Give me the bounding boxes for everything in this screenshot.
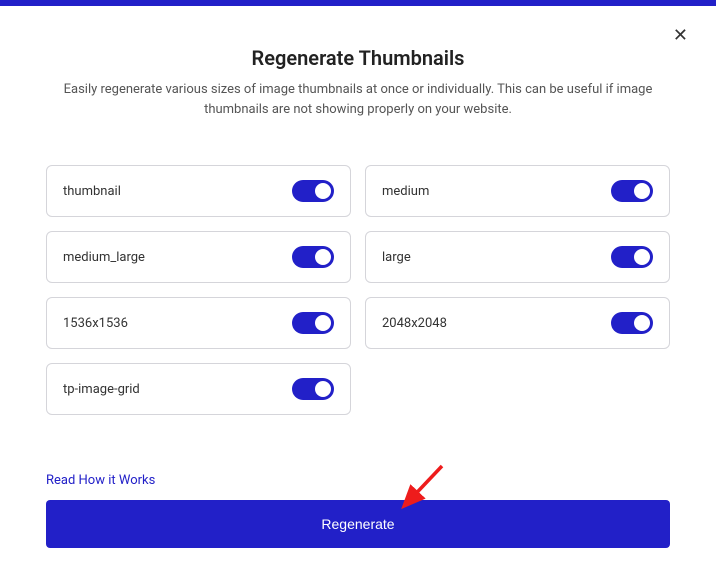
toggle-tp-image-grid[interactable] xyxy=(292,378,334,400)
option-label: 1536x1536 xyxy=(63,316,128,331)
option-medium: medium xyxy=(365,165,670,217)
page-title: Regenerate Thumbnails xyxy=(46,46,670,70)
page-subtitle: Easily regenerate various sizes of image… xyxy=(46,80,670,119)
close-icon: ✕ xyxy=(673,25,688,45)
option-label: 2048x2048 xyxy=(382,316,447,331)
option-medium-large: medium_large xyxy=(46,231,351,283)
option-label: tp-image-grid xyxy=(63,382,140,397)
option-1536x1536: 1536x1536 xyxy=(46,297,351,349)
toggle-knob xyxy=(315,183,331,199)
read-how-it-works-link[interactable]: Read How it Works xyxy=(46,473,155,488)
option-thumbnail: thumbnail xyxy=(46,165,351,217)
option-label: medium_large xyxy=(63,250,145,265)
option-large: large xyxy=(365,231,670,283)
toggle-medium[interactable] xyxy=(611,180,653,202)
toggle-knob xyxy=(634,315,650,331)
close-button[interactable]: ✕ xyxy=(673,26,688,44)
toggle-large[interactable] xyxy=(611,246,653,268)
toggle-knob xyxy=(634,183,650,199)
option-tp-image-grid: tp-image-grid xyxy=(46,363,351,415)
modal-content: Regenerate Thumbnails Easily regenerate … xyxy=(0,6,716,568)
toggle-medium-large[interactable] xyxy=(292,246,334,268)
option-label: thumbnail xyxy=(63,184,121,199)
option-label: large xyxy=(382,250,411,265)
regenerate-button[interactable]: Regenerate xyxy=(46,500,670,548)
toggle-knob xyxy=(315,381,331,397)
toggle-knob xyxy=(315,249,331,265)
toggle-2048x2048[interactable] xyxy=(611,312,653,334)
option-2048x2048: 2048x2048 xyxy=(365,297,670,349)
toggle-1536x1536[interactable] xyxy=(292,312,334,334)
toggle-thumbnail[interactable] xyxy=(292,180,334,202)
options-grid: thumbnail medium medium_large large 1536… xyxy=(46,165,670,415)
option-label: medium xyxy=(382,184,429,199)
toggle-knob xyxy=(315,315,331,331)
toggle-knob xyxy=(634,249,650,265)
